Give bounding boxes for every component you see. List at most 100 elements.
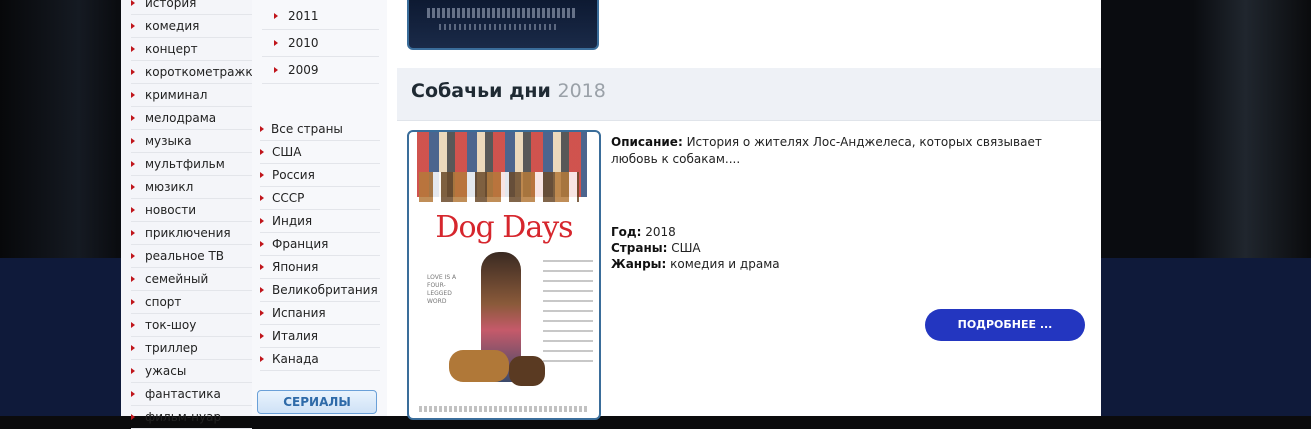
genre-item[interactable]: криминал <box>131 84 252 107</box>
country-label: Россия <box>272 168 315 182</box>
bullet-arrow-icon <box>260 241 264 247</box>
bullet-arrow-icon <box>260 333 264 339</box>
bullet-arrow-icon <box>131 0 135 6</box>
movie-listing: Собачьи дни 2018 Dog Days LOVE IS A FOUR… <box>397 0 1101 420</box>
bullet-arrow-icon <box>131 276 135 282</box>
country-label: США <box>272 145 302 159</box>
country-label: Все страны <box>271 122 343 136</box>
genre-label: ток-шоу <box>145 318 197 332</box>
country-label: Италия <box>272 329 319 343</box>
meta-genres: Жанры: комедия и драма <box>611 256 1081 272</box>
meta-countries: Страны: США <box>611 240 1081 256</box>
genre-item[interactable]: приключения <box>131 222 252 245</box>
bullet-arrow-icon <box>131 391 135 397</box>
meta-countries-label: Страны: <box>611 241 668 255</box>
bullet-arrow-icon <box>260 356 264 362</box>
country-item[interactable]: Испания <box>260 302 380 325</box>
country-item[interactable]: Франция <box>260 233 380 256</box>
genre-item[interactable]: новости <box>131 199 252 222</box>
country-item[interactable]: Япония <box>260 256 380 279</box>
poster-dog <box>449 350 509 382</box>
movie-title-bar: Собачьи дни 2018 <box>397 68 1101 121</box>
country-item[interactable]: Великобритания <box>260 279 380 302</box>
bullet-arrow-icon <box>131 230 135 236</box>
year-item[interactable]: 2009 <box>262 57 379 84</box>
country-item[interactable]: Италия <box>260 325 380 348</box>
genre-item[interactable]: мюзикл <box>131 176 252 199</box>
genre-item[interactable]: ужасы <box>131 360 252 383</box>
meta-year: Год: 2018 <box>611 224 1081 240</box>
genre-item[interactable]: ток-шоу <box>131 314 252 337</box>
genre-label: мюзикл <box>145 180 194 194</box>
previous-movie-poster[interactable] <box>407 0 599 50</box>
genre-item[interactable]: концерт <box>131 38 252 61</box>
genre-label: новости <box>145 203 196 217</box>
genre-item[interactable]: спорт <box>131 291 252 314</box>
country-item[interactable]: Россия <box>260 164 380 187</box>
bullet-arrow-icon <box>131 207 135 213</box>
genre-item[interactable]: короткометражка <box>131 61 260 84</box>
bullet-arrow-icon <box>131 138 135 144</box>
country-item[interactable]: СССР <box>260 187 380 210</box>
meta-genres-label: Жанры: <box>611 257 667 271</box>
genre-label: фильм-нуар <box>145 410 222 424</box>
more-details-button[interactable]: ПОДРОБНЕЕ ... <box>925 309 1085 341</box>
country-label: Великобритания <box>272 283 378 297</box>
genre-item[interactable]: семейный <box>131 268 252 291</box>
year-item[interactable]: 2011 <box>262 3 379 30</box>
country-label: Франция <box>272 237 329 251</box>
country-item[interactable]: США <box>260 141 380 164</box>
bullet-arrow-icon <box>274 40 278 46</box>
country-label: Индия <box>272 214 313 228</box>
bullet-arrow-icon <box>131 92 135 98</box>
poster-dog <box>509 356 545 386</box>
bullet-arrow-icon <box>131 161 135 167</box>
bullet-arrow-icon <box>131 299 135 305</box>
bullet-arrow-icon <box>260 218 264 224</box>
country-item[interactable]: Канада <box>260 348 380 371</box>
country-item[interactable]: Индия <box>260 210 380 233</box>
poster-tagline: LOVE IS A FOUR-LEGGED WORD <box>427 274 457 305</box>
country-label: Япония <box>272 260 319 274</box>
genre-item[interactable]: мультфильм <box>131 153 252 176</box>
year-label: 2010 <box>288 36 319 50</box>
genre-label: спорт <box>145 295 182 309</box>
genre-item[interactable]: музыка <box>131 130 252 153</box>
poster-credits <box>439 24 559 30</box>
meta-year-value: 2018 <box>645 225 676 239</box>
country-label: Канада <box>272 352 319 366</box>
filter-column: 2011 2010 2009 Все страны США Россия ССС… <box>252 0 387 416</box>
bullet-arrow-icon <box>131 184 135 190</box>
bullet-arrow-icon <box>131 414 135 420</box>
poster-logo: Dog Days <box>435 210 573 245</box>
genre-item[interactable]: комедия <box>131 15 252 38</box>
bullet-arrow-icon <box>260 195 264 201</box>
genre-label: семейный <box>145 272 209 286</box>
country-label: СССР <box>272 191 305 205</box>
bullet-arrow-icon <box>260 264 264 270</box>
bullet-arrow-icon <box>131 345 135 351</box>
content-page: история комедия концерт короткометражка … <box>121 0 1101 429</box>
country-item[interactable]: Все страны <box>260 118 380 141</box>
movie-title[interactable]: Собачьи дни 2018 <box>411 80 606 102</box>
genre-label: мультфильм <box>145 157 225 171</box>
genre-item[interactable]: фильм-нуар <box>131 406 252 429</box>
genre-label: концерт <box>145 42 198 56</box>
genre-item[interactable]: триллер <box>131 337 252 360</box>
genre-label: комедия <box>145 19 200 33</box>
bullet-arrow-icon <box>260 287 264 293</box>
genre-label: короткометражка <box>145 65 260 79</box>
genre-item[interactable]: реальное ТВ <box>131 245 252 268</box>
bullet-arrow-icon <box>131 322 135 328</box>
year-item[interactable]: 2010 <box>262 30 379 57</box>
serials-button[interactable]: СЕРИАЛЫ <box>257 390 377 414</box>
description-label: Описание: <box>611 135 683 149</box>
movie-poster[interactable]: Dog Days LOVE IS A FOUR-LEGGED WORD <box>407 130 601 420</box>
movie-description: Описание: История о жителях Лос-Анджелес… <box>611 134 1081 168</box>
genre-label: мелодрама <box>145 111 217 125</box>
genre-item[interactable]: история <box>131 0 252 15</box>
genre-label: приключения <box>145 226 231 240</box>
bullet-arrow-icon <box>131 46 135 52</box>
genre-item[interactable]: мелодрама <box>131 107 252 130</box>
genre-item[interactable]: фантастика <box>131 383 252 406</box>
